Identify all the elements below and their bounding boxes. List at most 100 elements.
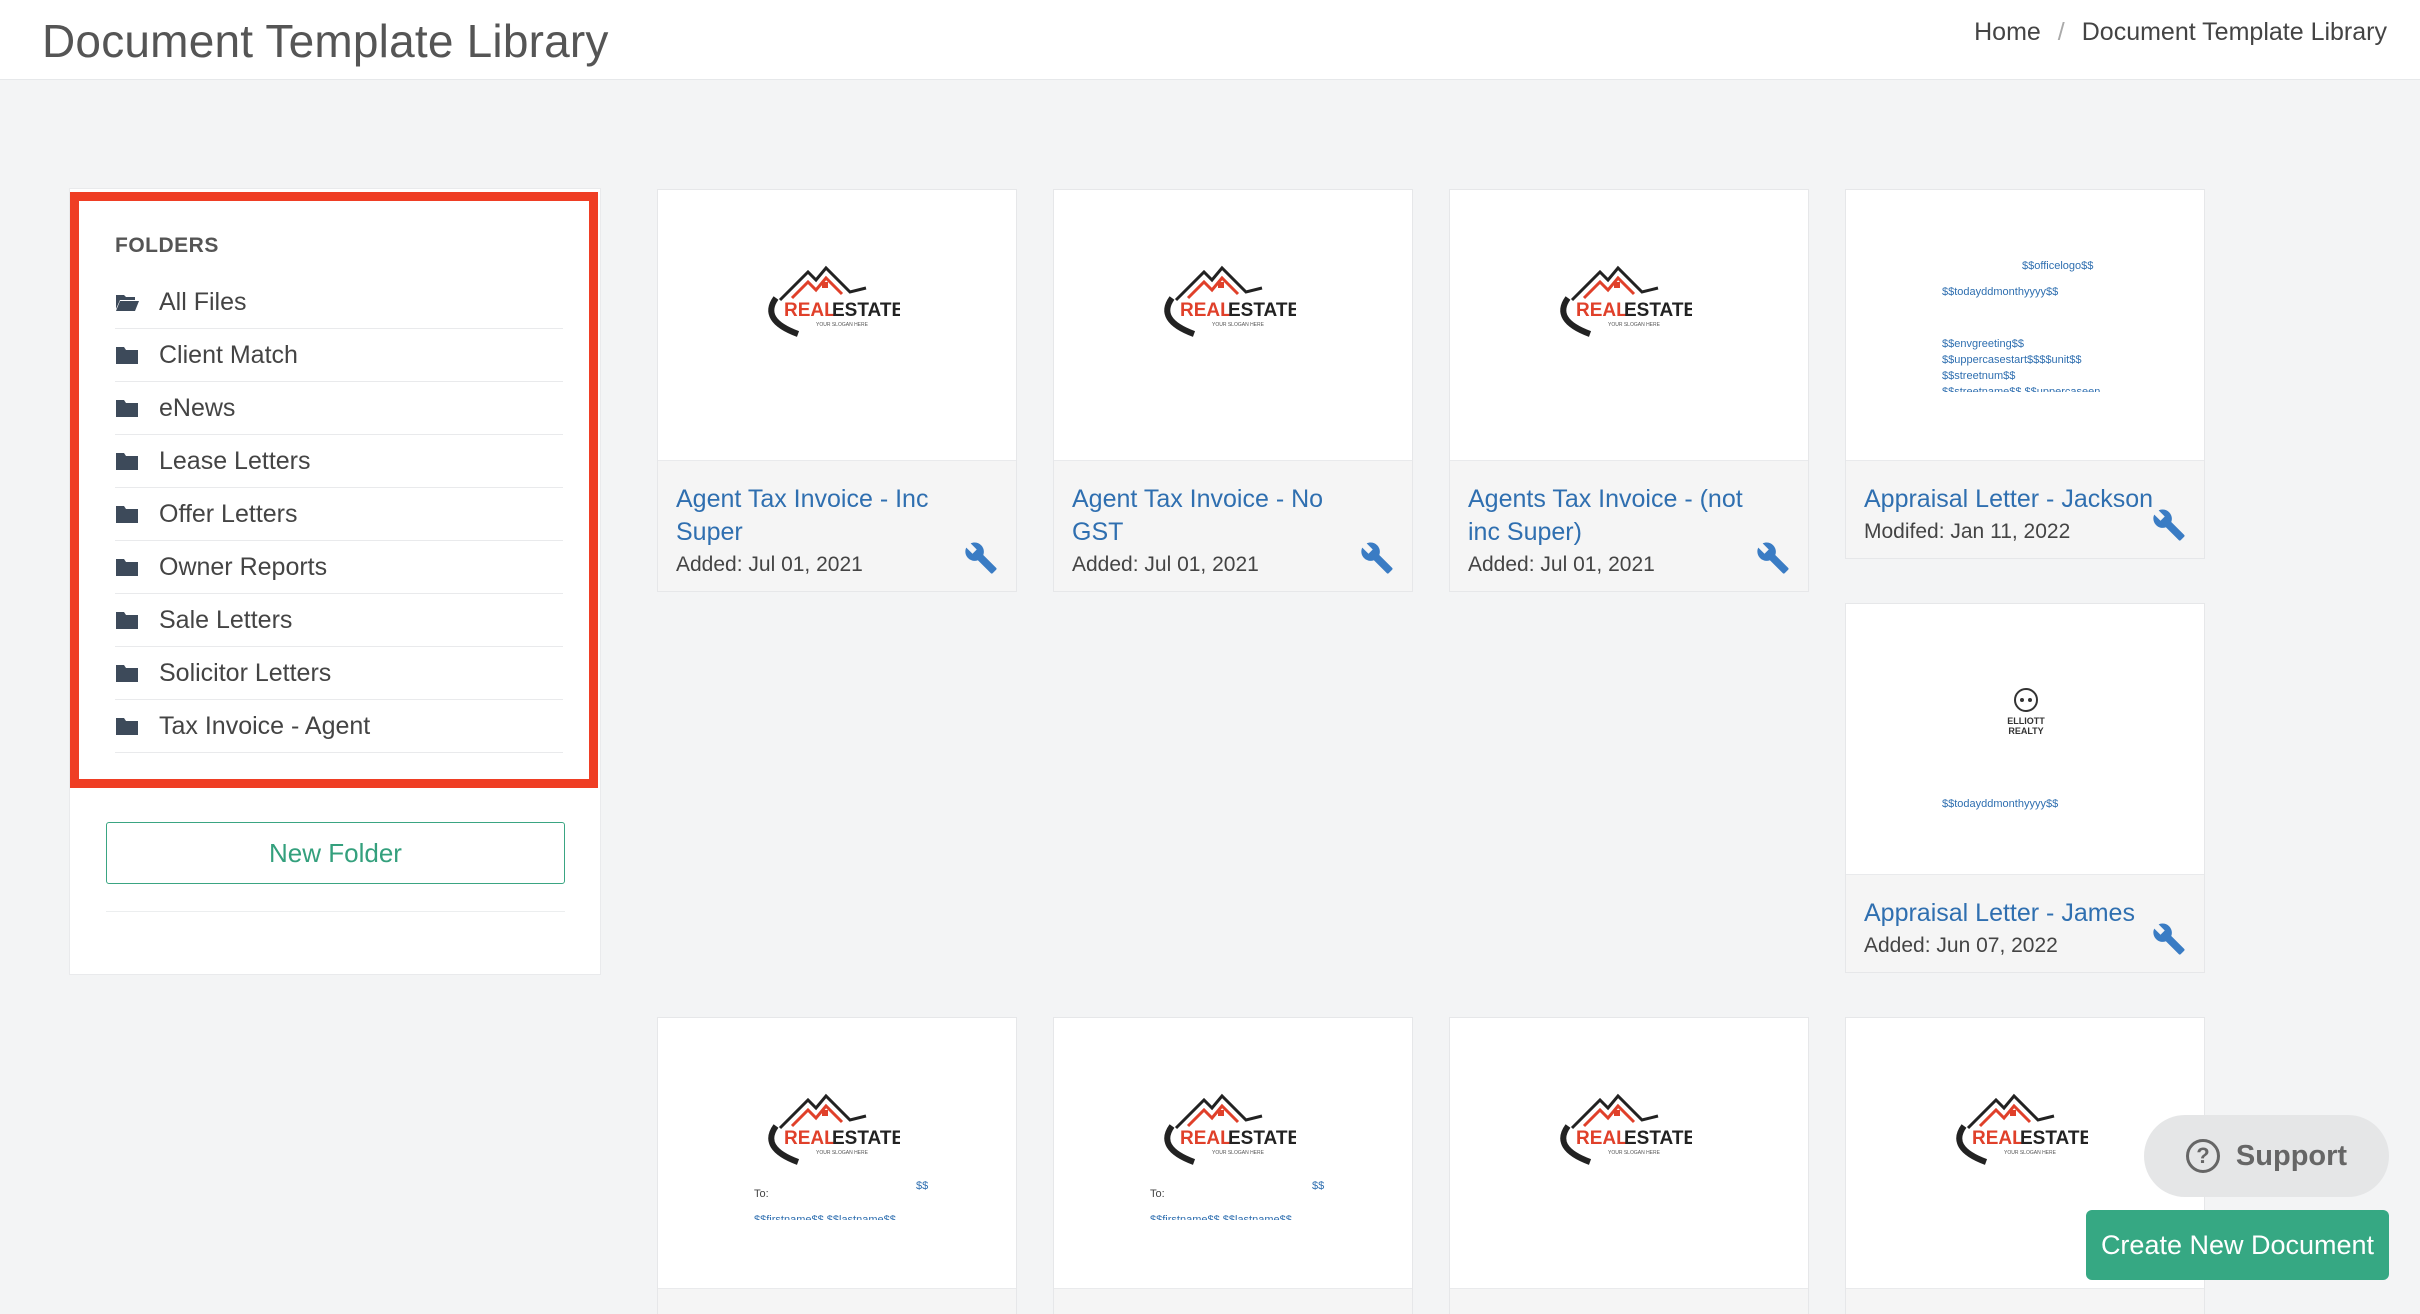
folder-icon — [115, 346, 139, 365]
thumb-names-tag: $$firstname$$ $$lastname$$ — [754, 1214, 896, 1220]
logo-slogan: YOUR SLOGAN HERE — [2004, 1150, 2057, 1156]
card-info: Agent Tax Invoice - Inc Super Added: Jul… — [658, 461, 1016, 591]
realestate-logo: REAL ESTATE YOUR SLOGAN HERE — [768, 265, 900, 337]
logo-slogan: YOUR SLOGAN HERE — [816, 1150, 869, 1156]
thumb-corner-tag: $$ — [916, 1180, 929, 1192]
realestate-logo: REAL ESTATE YOUR SLOGAN HERE — [1956, 1093, 2088, 1165]
folders-title: FOLDERS — [115, 234, 219, 257]
folder-item-all-files[interactable]: All Files — [115, 276, 563, 329]
folder-list: All Files Client Match eNews Lease Lette… — [115, 276, 563, 753]
wrench-icon[interactable] — [964, 541, 998, 575]
card-title[interactable]: Agent Tax Invoice - Inc Super — [676, 483, 998, 549]
thumb-officelogo-tag: $$officelogo$$ — [2022, 260, 2094, 272]
logo-real: REAL — [1576, 300, 1628, 321]
realestate-logo: REAL ESTATE YOUR SLOGAN HERE — [1164, 265, 1296, 337]
support-button[interactable]: ? Support — [2144, 1115, 2389, 1197]
logo-estate: ESTATE — [1228, 300, 1296, 321]
template-card[interactable]: REAL ESTATE YOUR SLOGAN HERE Agent Tax I… — [657, 189, 1017, 592]
logo-slogan: YOUR SLOGAN HERE — [816, 322, 869, 328]
template-card[interactable]: REAL ESTATE YOUR SLOGAN HERE Agent Tax I… — [1053, 189, 1413, 592]
thumb-to-label: To: — [754, 1188, 769, 1200]
card-title[interactable]: Appraisal Letter - Jackson — [1864, 483, 2186, 516]
thumb-address-tag: $$uppercasestart$$$$unit$$ — [1942, 354, 2082, 366]
folder-item-tax-invoice-agent[interactable]: Tax Invoice - Agent — [115, 700, 563, 753]
logo-estate: ESTATE — [832, 300, 900, 321]
new-folder-button[interactable]: New Folder — [106, 822, 565, 884]
folder-icon — [115, 717, 139, 736]
thumb-to-label: To: — [1150, 1188, 1165, 1200]
realestate-logo: REAL ESTATE YOUR SLOGAN HERE — [768, 1093, 900, 1165]
logo-estate: ESTATE — [1624, 300, 1692, 321]
create-new-document-button[interactable]: Create New Document — [2086, 1210, 2389, 1280]
logo-real: REAL — [1180, 1128, 1232, 1149]
template-thumbnail[interactable]: REAL ESTATE YOUR SLOGAN HERE — [1054, 190, 1412, 461]
elliott-brand-line1: ELLIOTT — [2007, 716, 2045, 726]
card-title[interactable]: Appraisal Letter - James — [1864, 897, 2186, 930]
template-card[interactable]: ELLIOTT REALTY $$todayddmonthyyyy$$ Appr… — [1845, 603, 2205, 973]
folder-open-icon — [115, 293, 139, 312]
wrench-icon[interactable] — [1756, 541, 1790, 575]
breadcrumb-separator: / — [2057, 18, 2065, 46]
folder-label: Client Match — [159, 340, 298, 369]
template-card[interactable]: $$officelogo$$ $$todayddmonthyyyy$$ $$en… — [1845, 189, 2205, 559]
wrench-icon[interactable] — [2152, 922, 2186, 956]
card-date: Added: Jul 01, 2021 — [1468, 553, 1655, 576]
folder-icon — [115, 505, 139, 524]
template-thumbnail[interactable]: REAL ESTATE YOUR SLOGAN HERE — [1450, 190, 1808, 461]
template-thumbnail[interactable]: REAL ESTATE YOUR SLOGAN HERE — [658, 190, 1016, 461]
folder-icon — [115, 664, 139, 683]
thumb-street-tag: $$streetnum$$ — [1942, 370, 2016, 382]
thumb-greeting-tag: $$envgreeting$$ — [1942, 338, 2024, 350]
card-date: Added: Jun 07, 2022 — [1864, 934, 2058, 957]
card-title[interactable]: Agent Tax Invoice - No GST — [1072, 483, 1394, 549]
template-card[interactable]: REAL ESTATE YOUR SLOGAN HERE — [1449, 1017, 1809, 1314]
logo-real: REAL — [784, 1128, 836, 1149]
template-thumbnail[interactable]: REAL ESTATE YOUR SLOGAN HERE To: $$ $$fi… — [658, 1018, 1016, 1289]
folders-sidebar: FOLDERS All Files Client Match eNews Lea… — [69, 188, 601, 975]
elliott-logo-icon — [2014, 688, 2038, 712]
template-thumbnail[interactable]: $$officelogo$$ $$todayddmonthyyyy$$ $$en… — [1846, 190, 2204, 461]
folder-icon — [115, 611, 139, 630]
template-thumbnail[interactable]: REAL ESTATE YOUR SLOGAN HERE — [1450, 1018, 1808, 1289]
folder-item-solicitor-letters[interactable]: Solicitor Letters — [115, 647, 563, 700]
card-date: Added: Jul 01, 2021 — [676, 553, 863, 576]
logo-slogan: YOUR SLOGAN HERE — [1212, 1150, 1265, 1156]
page-title: Document Template Library — [42, 15, 609, 67]
realestate-logo: REAL ESTATE YOUR SLOGAN HERE — [1164, 1093, 1296, 1165]
card-date: Added: Jul 01, 2021 — [1072, 553, 1259, 576]
elliott-brand-line2: REALTY — [2008, 726, 2044, 736]
card-info: Appraisal Letter - Jackson Modifed: Jan … — [1846, 461, 2204, 558]
wrench-icon[interactable] — [2152, 508, 2186, 542]
card-info: Agents Tax Invoice - (not inc Super) Add… — [1450, 461, 1808, 591]
folder-icon — [115, 452, 139, 471]
folders-highlight-box: FOLDERS All Files Client Match eNews Lea… — [70, 192, 598, 788]
folder-item-enews[interactable]: eNews — [115, 382, 563, 435]
template-card[interactable]: REAL ESTATE YOUR SLOGAN HERE To: $$ $$fi… — [1053, 1017, 1413, 1314]
realestate-logo: REAL ESTATE YOUR SLOGAN HERE — [1560, 1093, 1692, 1165]
wrench-icon[interactable] — [1360, 541, 1394, 575]
template-thumbnail[interactable]: REAL ESTATE YOUR SLOGAN HERE To: $$ $$fi… — [1054, 1018, 1412, 1289]
folder-item-offer-letters[interactable]: Offer Letters — [115, 488, 563, 541]
folder-item-owner-reports[interactable]: Owner Reports — [115, 541, 563, 594]
folder-item-sale-letters[interactable]: Sale Letters — [115, 594, 563, 647]
support-label: Support — [2235, 1139, 2348, 1172]
folder-label: All Files — [159, 287, 247, 316]
divider — [106, 911, 565, 912]
logo-real: REAL — [1576, 1128, 1628, 1149]
card-date: Modifed: Jan 11, 2022 — [1864, 520, 2071, 543]
logo-real: REAL — [1180, 300, 1232, 321]
logo-slogan: YOUR SLOGAN HERE — [1212, 322, 1265, 328]
template-thumbnail[interactable]: ELLIOTT REALTY $$todayddmonthyyyy$$ — [1846, 604, 2204, 875]
template-card[interactable]: REAL ESTATE YOUR SLOGAN HERE To: $$ $$fi… — [657, 1017, 1017, 1314]
folder-label: eNews — [159, 393, 236, 422]
thumb-names-tag: $$firstname$$ $$lastname$$ — [1150, 1214, 1292, 1220]
card-title[interactable]: Agents Tax Invoice - (not inc Super) — [1468, 483, 1790, 549]
folder-item-lease-letters[interactable]: Lease Letters — [115, 435, 563, 488]
breadcrumb: Home / Document Template Library — [1974, 18, 2387, 47]
folder-label: Offer Letters — [159, 499, 298, 528]
template-card[interactable]: REAL ESTATE YOUR SLOGAN HERE Agents Tax … — [1449, 189, 1809, 592]
folder-item-client-match[interactable]: Client Match — [115, 329, 563, 382]
realestate-logo: REAL ESTATE YOUR SLOGAN HERE — [1560, 265, 1692, 337]
thumb-corner-tag: $$ — [1312, 1180, 1325, 1192]
breadcrumb-home[interactable]: Home — [1974, 18, 2041, 47]
